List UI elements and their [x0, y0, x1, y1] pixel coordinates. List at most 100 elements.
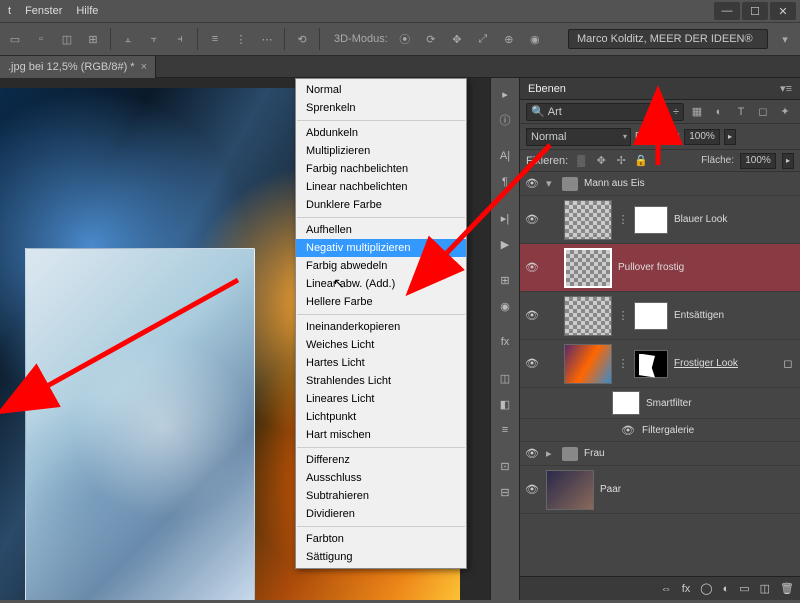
- menu-item-multiplizieren[interactable]: Multiplizieren: [296, 142, 466, 160]
- maximize-button[interactable]: ☐: [742, 2, 768, 20]
- menu-item-sprenkeln[interactable]: Sprenkeln: [296, 99, 466, 117]
- opacity-value[interactable]: 100%: [684, 129, 720, 145]
- align-icon[interactable]: ⫟: [145, 30, 163, 48]
- filter-shape-icon[interactable]: ◻: [754, 103, 772, 121]
- layer-name[interactable]: Blauer Look: [674, 214, 796, 225]
- filter-type-icon[interactable]: T: [732, 103, 750, 121]
- layer-thumbnail[interactable]: [564, 296, 612, 336]
- actions-icon[interactable]: ▸|: [493, 206, 517, 230]
- menu-item-hellere-farbe[interactable]: Hellere Farbe: [296, 293, 466, 311]
- adjustment-icon[interactable]: ◐: [723, 583, 730, 595]
- layer-thumbnail[interactable]: [564, 344, 612, 384]
- menu-item-abdunkeln[interactable]: Abdunkeln: [296, 124, 466, 142]
- visibility-toggle[interactable]: 👁: [524, 356, 540, 372]
- layer-name[interactable]: Mann aus Eis: [584, 178, 796, 189]
- option-icon[interactable]: ⟲: [293, 30, 311, 48]
- menu-item-differenz[interactable]: Differenz: [296, 451, 466, 469]
- menu-item-lichtpunkt[interactable]: Lichtpunkt: [296, 408, 466, 426]
- down-arrow-icon[interactable]: ▾: [776, 30, 794, 48]
- close-button[interactable]: ✕: [770, 2, 796, 20]
- mask-thumbnail[interactable]: [634, 302, 668, 330]
- layer-name[interactable]: Frau: [584, 448, 796, 459]
- collapse-icon[interactable]: ▸: [493, 82, 517, 106]
- lock-transparency-icon[interactable]: ✢: [614, 154, 628, 168]
- option-icon[interactable]: ▫: [32, 30, 50, 48]
- user-label[interactable]: Marco Kolditz, MEER DER IDEEN®: [568, 29, 768, 49]
- mask-icon[interactable]: ◯: [700, 582, 712, 595]
- menu-item-negativ-multiplizieren[interactable]: Negativ multiplizieren: [296, 239, 466, 257]
- smartfilter-header[interactable]: Smartfilter: [520, 388, 800, 419]
- styles-icon[interactable]: fx: [493, 330, 517, 354]
- layer-entsaettigen[interactable]: 👁 ⋮ Entsättigen: [520, 292, 800, 340]
- play-icon[interactable]: ▶: [493, 232, 517, 256]
- option-icon[interactable]: ⊞: [84, 30, 102, 48]
- mask-thumbnail[interactable]: [634, 206, 668, 234]
- visibility-toggle[interactable]: 👁: [524, 260, 540, 276]
- filter-smart-icon[interactable]: ✦: [776, 103, 794, 121]
- blend-mode-select[interactable]: Normal: [526, 128, 631, 146]
- link-icon[interactable]: ⋮: [618, 309, 628, 323]
- layer-thumbnail[interactable]: [564, 248, 612, 288]
- filter-filtergalerie[interactable]: 👁 Filtergalerie: [520, 419, 800, 442]
- menu-item-subtrahieren[interactable]: Subtrahieren: [296, 487, 466, 505]
- menu-item-hilfe[interactable]: Hilfe: [76, 5, 98, 17]
- 3d-icon[interactable]: ✥: [448, 30, 466, 48]
- lock-all-icon[interactable]: 🔒: [634, 154, 648, 168]
- menu-item-ineinanderkopieren[interactable]: Ineinanderkopieren: [296, 318, 466, 336]
- menu-item-farbig-nachbelichten[interactable]: Farbig nachbelichten: [296, 160, 466, 178]
- layer-group-frau[interactable]: 👁 ▸ Frau: [520, 442, 800, 466]
- lock-pixels-icon[interactable]: ▒: [574, 154, 588, 168]
- menu-item-farbig-abwedeln[interactable]: Farbig abwedeln: [296, 257, 466, 275]
- menu-item-linear-nachbelichten[interactable]: Linear nachbelichten: [296, 178, 466, 196]
- distribute-icon[interactable]: ⋯: [258, 30, 276, 48]
- link-icon[interactable]: ⋮: [618, 213, 628, 227]
- 3d-icon[interactable]: ⦿: [396, 30, 414, 48]
- info-icon[interactable]: ⓘ: [493, 108, 517, 132]
- distribute-icon[interactable]: ⋮: [232, 30, 250, 48]
- 3d-icon[interactable]: ⊕: [500, 30, 518, 48]
- panel-icon[interactable]: ⊟: [493, 480, 517, 504]
- layer-name[interactable]: Paar: [600, 484, 796, 495]
- layer-paar[interactable]: 👁 Paar: [520, 466, 800, 514]
- menu-item-fenster[interactable]: Fenster: [25, 5, 62, 17]
- disclosure-triangle[interactable]: ▸: [546, 447, 556, 460]
- layer-pullover-frostig[interactable]: 👁 Pullover frostig: [520, 244, 800, 292]
- visibility-toggle[interactable]: 👁: [524, 212, 540, 228]
- filter-name[interactable]: Filtergalerie: [642, 425, 796, 436]
- filter-image-icon[interactable]: ▦: [688, 103, 706, 121]
- menu-item-dunklere-farbe[interactable]: Dunklere Farbe: [296, 196, 466, 214]
- panel-icon[interactable]: ◫: [493, 366, 517, 390]
- layer-thumbnail[interactable]: [546, 470, 594, 510]
- option-icon[interactable]: ◫: [58, 30, 76, 48]
- 3d-icon[interactable]: ⟳: [422, 30, 440, 48]
- visibility-toggle[interactable]: 👁: [524, 308, 540, 324]
- opacity-arrow-icon[interactable]: ▸: [724, 129, 736, 145]
- menu-item-lineares-licht[interactable]: Lineares Licht: [296, 390, 466, 408]
- group-icon[interactable]: ▭: [739, 582, 749, 595]
- layer-name[interactable]: Entsättigen: [674, 310, 796, 321]
- lock-position-icon[interactable]: ✥: [594, 154, 608, 168]
- layer-name[interactable]: Frostiger Look: [674, 358, 774, 369]
- color-icon[interactable]: ◉: [493, 294, 517, 318]
- visibility-toggle[interactable]: 👁: [524, 176, 540, 192]
- visibility-toggle[interactable]: 👁: [620, 422, 636, 438]
- visibility-toggle[interactable]: 👁: [524, 482, 540, 498]
- layer-blauer-look[interactable]: 👁 ⋮ Blauer Look: [520, 196, 800, 244]
- fx-icon[interactable]: fx: [682, 583, 691, 595]
- filter-type-select[interactable]: 🔍 Art ÷: [526, 103, 684, 121]
- menu-item-dividieren[interactable]: Dividieren: [296, 505, 466, 523]
- menu-item-farbton[interactable]: Farbton: [296, 530, 466, 548]
- swatches-icon[interactable]: ⊞: [493, 268, 517, 292]
- panel-icon[interactable]: ≡: [493, 418, 517, 442]
- minimize-button[interactable]: —: [714, 2, 740, 20]
- menu-item-strahlendes-licht[interactable]: Strahlendes Licht: [296, 372, 466, 390]
- document-tab[interactable]: .jpg bei 12,5% (RGB/8#) * ×: [0, 56, 156, 78]
- menu-item-hartes-licht[interactable]: Hartes Licht: [296, 354, 466, 372]
- trash-icon[interactable]: 🗑: [780, 582, 794, 595]
- character-icon[interactable]: A|: [493, 144, 517, 168]
- new-layer-icon[interactable]: ◫: [760, 582, 770, 595]
- paragraph-icon[interactable]: ¶: [493, 170, 517, 194]
- layer-frostiger-look[interactable]: 👁 ⋮ Frostiger Look ◻: [520, 340, 800, 388]
- panel-menu-icon[interactable]: ▾≡: [780, 82, 792, 95]
- layer-group-mann[interactable]: 👁 ▾ Mann aus Eis: [520, 172, 800, 196]
